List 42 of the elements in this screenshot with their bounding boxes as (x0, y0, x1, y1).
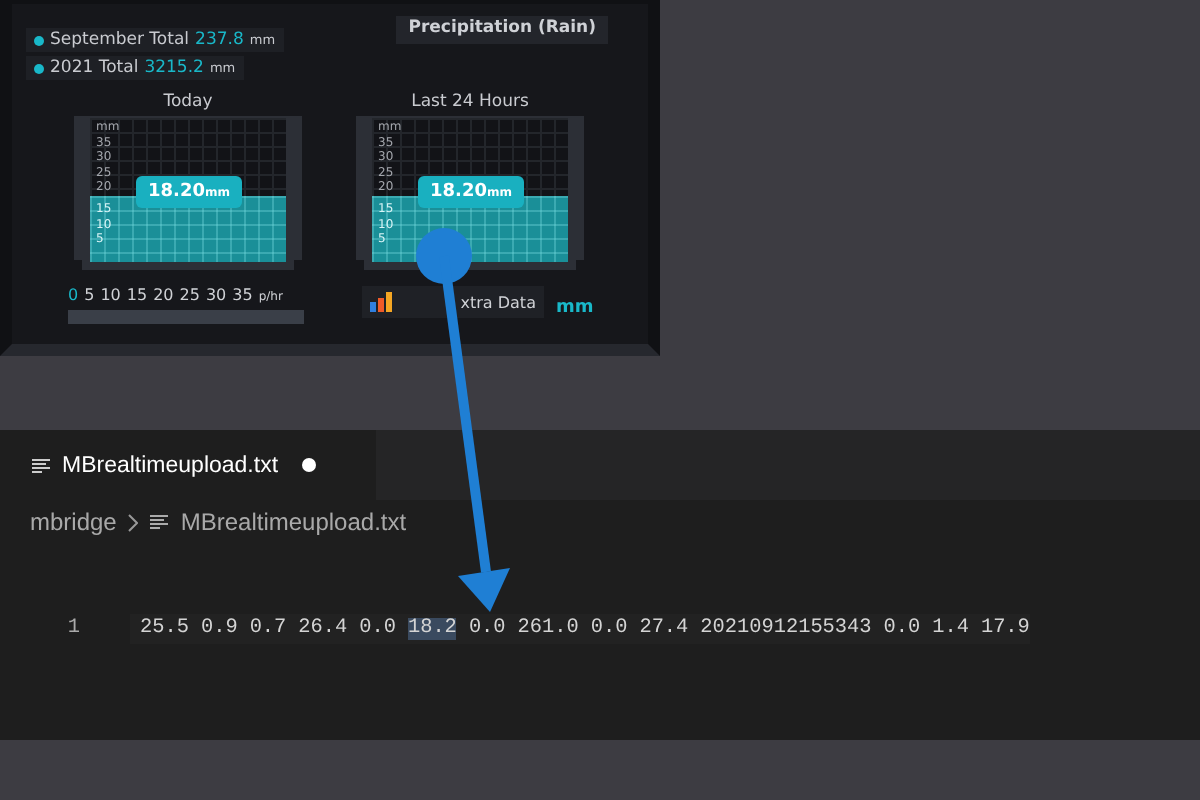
code-text: 25.5 (140, 618, 189, 640)
code-text: 20210912155343 (700, 618, 872, 640)
rate-tick: 5 (84, 286, 95, 304)
code-text: 0.0 (359, 618, 396, 640)
total-label: 2021 Total (50, 58, 139, 78)
gauge-value: 18.20 (148, 182, 205, 202)
bar-chart-icon (370, 292, 393, 312)
file-icon (150, 514, 169, 530)
gauge-value: 18.20 (430, 182, 487, 202)
rate-tick: 15 (126, 286, 148, 304)
gauge-title: Last 24 Hours (411, 92, 529, 112)
panel-title: Precipitation (Rain) (396, 16, 608, 44)
code-text: 0.7 (249, 618, 287, 640)
code-text: 17.9 (980, 618, 1030, 640)
rate-tick: 20 (153, 286, 174, 304)
selected-text: 18.2 (407, 618, 457, 640)
rate-tick: 30 (205, 286, 227, 304)
extra-data-button[interactable]: xtra Data (362, 286, 544, 318)
breadcrumb-item[interactable]: mbridge (30, 508, 117, 536)
code-text: 0.0 (883, 618, 921, 640)
rate-tick: 10 (100, 286, 121, 304)
code-text: 27.4 (639, 618, 689, 640)
editor-tab[interactable]: MBrealtimeupload.txt (0, 430, 376, 500)
total-value: 3215.2 (144, 58, 204, 78)
rate-tick: 35 (232, 286, 253, 304)
gauge-title: Today (163, 92, 213, 112)
total-value: 237.8 (195, 30, 244, 50)
rate-current: 0 (68, 286, 79, 304)
total-label: September Total (50, 30, 190, 50)
code-text: 1.4 (932, 618, 969, 640)
breadcrumb-item[interactable]: MBrealtimeupload.txt (180, 508, 407, 536)
modified-dot (302, 458, 317, 472)
file-icon (32, 457, 50, 473)
chevron-icon (128, 513, 139, 531)
rate-tick: 25 (179, 286, 200, 304)
code-text: 0.0 (468, 618, 506, 640)
code-text: 26.4 (298, 618, 348, 640)
code-text: 0.0 (590, 618, 628, 640)
code-text: 261.0 (517, 618, 579, 640)
code-text: 0.9 (200, 618, 238, 640)
unit-toggle[interactable]: mm (555, 298, 594, 318)
line-number: 1 (65, 618, 82, 640)
